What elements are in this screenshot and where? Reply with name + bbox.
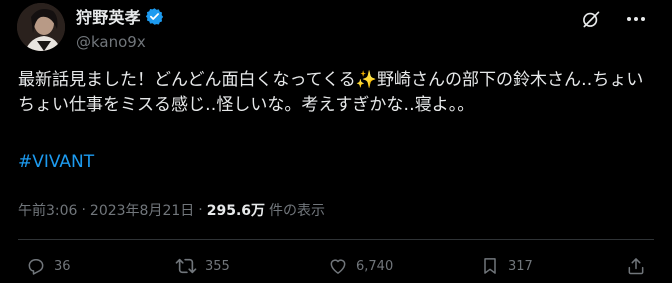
meta-separator: · xyxy=(81,202,86,218)
meta-separator: · xyxy=(198,202,203,218)
sparkles-emoji: ✨ xyxy=(355,70,377,90)
share-icon xyxy=(628,258,644,275)
tweet-text-part1: 最新話見ました！どんどん面白くなってくる xyxy=(18,70,356,90)
grok-icon[interactable] xyxy=(580,8,602,30)
reply-count: 36 xyxy=(54,258,71,274)
hashtag-link[interactable]: #VIVANT xyxy=(18,152,94,172)
share-button[interactable] xyxy=(626,256,646,276)
tweet-meta: 午前3:06 · 2023年8月21日 · 295.6万 件の表示 xyxy=(18,200,325,220)
views-label: 件の表示 xyxy=(269,203,326,219)
bookmark-count: 317 xyxy=(508,258,533,274)
repost-button[interactable]: 355 xyxy=(175,256,230,276)
repost-icon xyxy=(175,258,197,274)
like-button[interactable]: 6,740 xyxy=(328,256,393,276)
more-options-icon[interactable] xyxy=(625,8,647,30)
tweet-text: 最新話見ました！どんどん面白くなってくる✨野崎さんの部下の鈴木さん‥ちょいちょい… xyxy=(18,68,658,118)
handle[interactable]: @kano9x xyxy=(76,33,164,51)
verified-badge-icon[interactable] xyxy=(145,7,164,26)
like-count: 6,740 xyxy=(356,258,394,274)
repost-count: 355 xyxy=(205,258,230,274)
views-count[interactable]: 295.6万 xyxy=(207,200,265,220)
heart-icon xyxy=(330,259,346,274)
author-block: 狩野英孝 @kano9x xyxy=(76,5,164,51)
tweet-date[interactable]: 2023年8月21日 xyxy=(90,200,194,220)
bookmark-button[interactable]: 317 xyxy=(480,256,533,276)
divider xyxy=(18,239,654,240)
display-name[interactable]: 狩野英孝 xyxy=(76,4,141,28)
bookmark-icon xyxy=(484,258,496,274)
avatar[interactable] xyxy=(17,3,65,51)
reply-icon xyxy=(28,259,44,275)
reply-button[interactable]: 36 xyxy=(26,256,71,276)
tweet-time[interactable]: 午前3:06 xyxy=(18,200,77,220)
avatar-photo xyxy=(17,3,65,51)
